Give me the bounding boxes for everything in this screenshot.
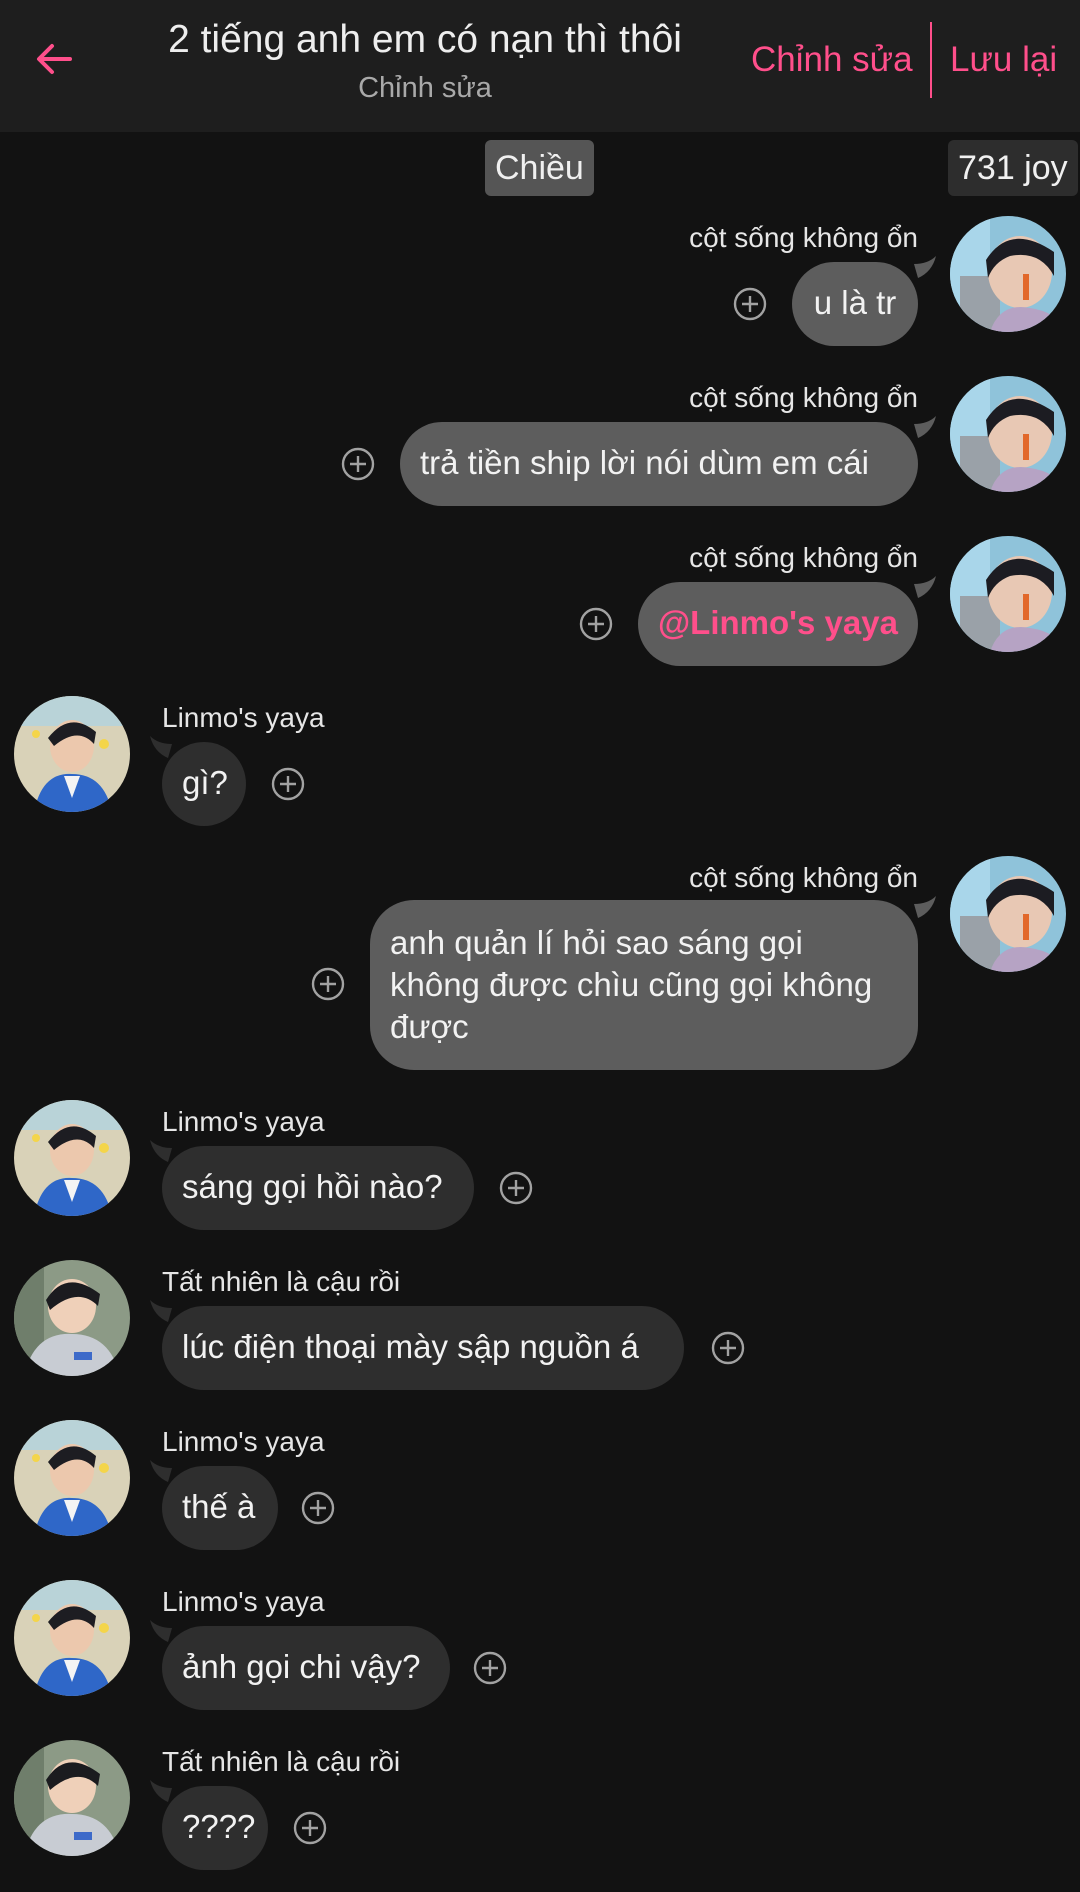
message-bubble[interactable]: ???? [162,1786,268,1870]
add-reaction-icon[interactable] [292,1810,328,1846]
message-bubble[interactable]: lúc điện thoại mày sập nguồn á [162,1306,684,1390]
bubble-tail [914,896,936,918]
avatar[interactable] [14,1420,130,1536]
avatar[interactable] [14,1100,130,1216]
joy-counter-badge[interactable]: 731 joy [948,140,1078,196]
avatar[interactable] [14,1580,130,1696]
save-button[interactable]: Lưu lại [950,40,1057,80]
message-sender: Linmo's yaya [162,1106,325,1137]
chat-header: 2 tiếng anh em có nạn thì thôi Chỉnh sửa… [0,0,1080,132]
message-bubble[interactable]: ảnh gọi chi vậy? [162,1626,450,1710]
message-bubble[interactable]: u là tr [792,262,918,346]
add-reaction-icon[interactable] [270,766,306,802]
add-reaction-icon[interactable] [578,606,614,642]
add-reaction-icon[interactable] [498,1170,534,1206]
message-bubble[interactable]: gì? [162,742,246,826]
message-bubble[interactable]: anh quản lí hỏi sao sáng gọi không được … [370,900,918,1070]
avatar[interactable] [14,1260,130,1376]
avatar[interactable] [950,536,1066,652]
bubble-tail [914,416,936,438]
add-reaction-icon[interactable] [472,1650,508,1686]
message-bubble[interactable]: trả tiền ship lời nói dùm em cái [400,422,918,506]
message-sender: Linmo's yaya [162,1586,325,1617]
avatar[interactable] [950,856,1066,972]
bubble-tail [150,1300,172,1322]
message-bubble[interactable]: sáng gọi hồi nào? [162,1146,474,1230]
message-sender: Linmo's yaya [162,702,325,733]
add-reaction-icon[interactable] [732,286,768,322]
chat-subtitle: Chỉnh sửa [358,72,492,104]
add-reaction-icon[interactable] [340,446,376,482]
message-bubble[interactable]: thế à [162,1466,278,1550]
chat-title: 2 tiếng anh em có nạn thì thôi [168,18,682,61]
message-sender: cột sống không ổn [689,222,918,253]
avatar[interactable] [14,696,130,812]
message-sender: Tất nhiên là cậu rồi [162,1266,401,1297]
avatar[interactable] [950,376,1066,492]
bubble-tail [150,1140,172,1162]
message-sender: Tất nhiên là cậu rồi [162,1746,401,1777]
message-sender: cột sống không ổn [689,542,918,573]
bubble-tail [914,256,936,278]
bubble-tail [914,576,936,598]
bubble-tail [150,1620,172,1642]
bubble-tail [150,1460,172,1482]
message-sender: cột sống không ổn [689,382,918,413]
time-divider-chip: Chiều [485,140,594,196]
mention-bubble[interactable]: @Linmo's yaya [638,582,918,666]
add-reaction-icon[interactable] [310,966,346,1002]
header-divider [930,22,932,98]
edit-button[interactable]: Chỉnh sửa [751,40,913,80]
avatar[interactable] [14,1740,130,1856]
bubble-tail [150,1780,172,1802]
avatar[interactable] [950,216,1066,332]
add-reaction-icon[interactable] [300,1490,336,1526]
add-reaction-icon[interactable] [710,1330,746,1366]
back-arrow-icon[interactable] [30,34,80,84]
message-sender: cột sống không ổn [689,862,918,893]
bubble-tail [150,736,172,758]
message-sender: Linmo's yaya [162,1426,325,1457]
